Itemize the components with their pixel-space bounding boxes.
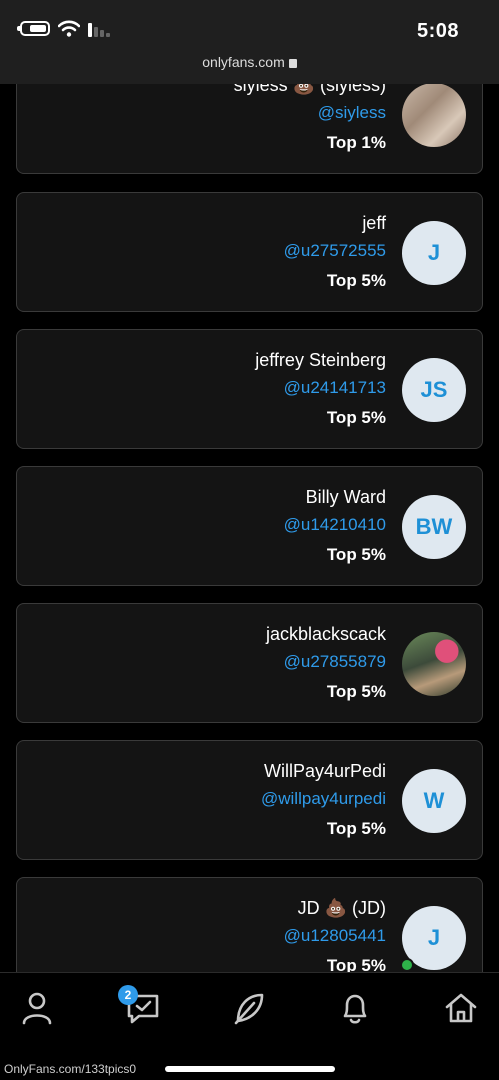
home-indicator[interactable]: [165, 1066, 335, 1072]
user-handle[interactable]: @siyless: [318, 103, 386, 123]
cellular-signal-icon: [88, 21, 110, 37]
user-display-name[interactable]: WillPay4urPedi: [264, 761, 386, 782]
user-avatar[interactable]: JS: [402, 358, 466, 422]
user-card[interactable]: W WillPay4urPedi @willpay4urpedi Top 5%: [16, 740, 483, 860]
user-handle[interactable]: @u24141713: [284, 378, 386, 398]
battery-icon: [17, 21, 50, 36]
watermark-text: OnlyFans.com/133tpics0: [4, 1062, 137, 1076]
user-card[interactable]: JS jeffrey Steinberg @u24141713 Top 5%: [16, 329, 483, 449]
user-rank: Top 5%: [326, 819, 386, 838]
user-rank: Top 5%: [326, 408, 386, 427]
user-avatar[interactable]: W: [402, 769, 466, 833]
user-display-name[interactable]: Billy Ward: [306, 487, 386, 508]
user-card[interactable]: J JD 💩 (JD) @u12805441 Top 5%: [16, 877, 483, 972]
online-status-dot: [400, 958, 414, 972]
user-handle[interactable]: @u27572555: [284, 241, 386, 261]
user-handle[interactable]: @u14210410: [284, 515, 386, 535]
user-rank: Top 5%: [326, 682, 386, 701]
user-display-name[interactable]: JD 💩 (JD): [298, 898, 386, 919]
status-icons: [17, 20, 110, 37]
status-time: 5:08: [416, 20, 459, 42]
lock-icon: [288, 59, 297, 68]
user-avatar[interactable]: [402, 632, 466, 696]
bottom-navigation: 2 OnlyFans.com/133tpics0: [0, 972, 499, 1080]
user-avatar[interactable]: J: [402, 221, 466, 285]
home-icon: [445, 993, 477, 1023]
user-avatar[interactable]: [402, 83, 466, 147]
user-handle[interactable]: @willpay4urpedi: [261, 789, 386, 809]
nav-home[interactable]: [438, 985, 484, 1031]
profile-icon: [22, 992, 52, 1025]
user-display-name[interactable]: jackblackscack: [266, 624, 386, 645]
bell-icon: [343, 994, 367, 1024]
status-bar: 5:08 onlyfans.com: [0, 0, 499, 84]
user-card[interactable]: jackblackscack @u27855879 Top 5%: [16, 603, 483, 723]
nav-notifications[interactable]: [332, 985, 378, 1031]
user-avatar[interactable]: BW: [402, 495, 466, 559]
user-handle[interactable]: @u27855879: [284, 652, 386, 672]
user-display-name[interactable]: jeff: [362, 213, 386, 234]
user-rank: Top 1%: [326, 133, 386, 152]
feather-icon: [234, 993, 264, 1025]
user-rank: Top 5%: [326, 956, 386, 972]
wifi-icon: [58, 20, 80, 37]
url-text[interactable]: onlyfans.com: [202, 54, 284, 70]
user-handle[interactable]: @u12805441: [284, 926, 386, 946]
url-bar[interactable]: onlyfans.com: [0, 54, 499, 70]
user-card[interactable]: BW Billy Ward @u14210410 Top 5%: [16, 466, 483, 586]
nav-profile[interactable]: [14, 985, 60, 1031]
user-rank: Top 5%: [326, 271, 386, 290]
user-rank: Top 5%: [326, 545, 386, 564]
user-display-name[interactable]: jeffrey Steinberg: [255, 350, 386, 371]
nav-new-post[interactable]: [226, 985, 272, 1031]
subscriber-list: siyless 💩 (siyless) @siyless Top 1% J je…: [0, 0, 499, 972]
user-card[interactable]: J jeff @u27572555 Top 5%: [16, 192, 483, 312]
messages-badge: 2: [118, 985, 138, 1005]
